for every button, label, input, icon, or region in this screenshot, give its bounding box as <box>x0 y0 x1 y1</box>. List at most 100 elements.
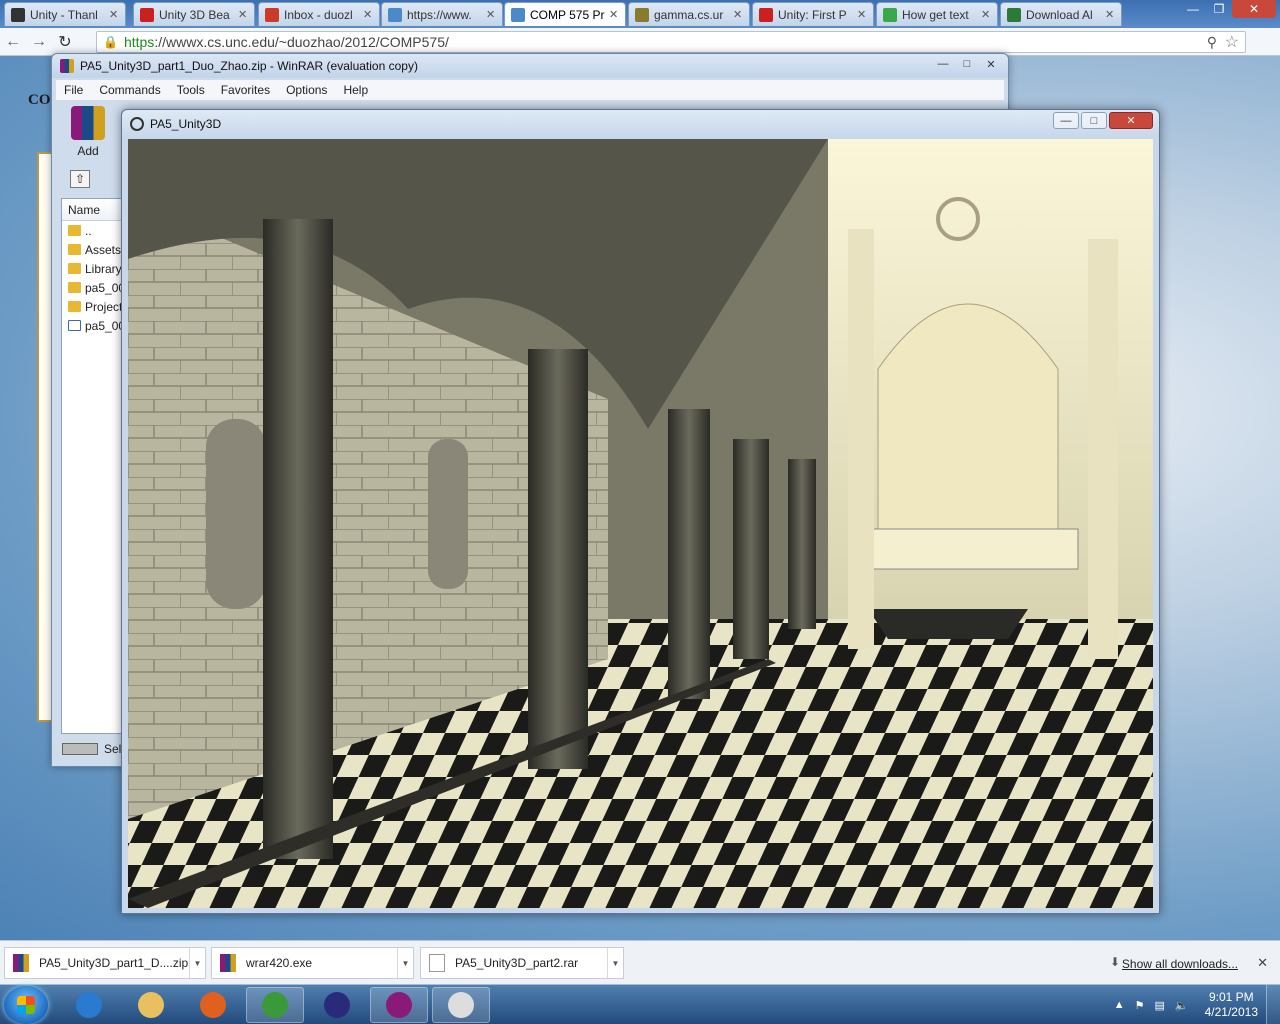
reload-icon[interactable]: ↻ <box>52 30 78 54</box>
tab-close-icon[interactable]: ✕ <box>609 8 619 21</box>
folder-icon <box>68 282 81 293</box>
firefox-icon <box>200 992 226 1018</box>
close-icon[interactable]: ✕ <box>1232 0 1276 18</box>
unity-title: PA5_Unity3D <box>150 116 222 131</box>
action-center-icon[interactable]: ⚑ <box>1135 999 1145 1012</box>
taskbar-app[interactable] <box>370 987 428 1023</box>
download-site-icon <box>1007 7 1021 22</box>
menu-commands[interactable]: Commands <box>91 83 168 97</box>
file-row[interactable]: Project <box>62 297 130 316</box>
browser-tab[interactable]: How get text ✕ <box>876 2 998 26</box>
close-icon[interactable]: ✕ <box>1257 955 1268 971</box>
maximize-icon[interactable]: □ <box>956 56 978 72</box>
tab-close-icon[interactable]: ✕ <box>109 8 119 21</box>
show-desktop-button[interactable] <box>1266 985 1280 1024</box>
tab-close-icon[interactable]: ✕ <box>857 8 867 21</box>
unity-app-icon <box>130 116 144 131</box>
winrar-menubar: File Commands Tools Favorites Options He… <box>56 80 1004 100</box>
download-name: wrar420.exe <box>246 956 313 970</box>
unity-titlebar[interactable]: PA5_Unity3D <box>122 110 1159 137</box>
clock[interactable]: 9:01 PM 4/21/2013 <box>1205 990 1258 1020</box>
menu-file[interactable]: File <box>56 83 91 97</box>
file-icon <box>68 320 81 331</box>
unity-player-window: PA5_Unity3D — □ ✕ <box>121 109 1160 914</box>
tab-close-icon[interactable]: ✕ <box>981 8 991 21</box>
browser-window-controls: — ❐ ✕ <box>1180 0 1276 18</box>
taskbar-app[interactable] <box>308 987 366 1023</box>
tab-close-icon[interactable]: ✕ <box>486 8 496 21</box>
browser-tab[interactable]: gamma.cs.ur ✕ <box>628 2 750 26</box>
file-name: .. <box>85 223 92 238</box>
taskbar-app[interactable] <box>432 987 490 1023</box>
menu-options[interactable]: Options <box>278 83 335 97</box>
maximize-icon[interactable]: ❐ <box>1206 0 1232 18</box>
taskbar-app[interactable] <box>60 987 118 1023</box>
winrar-add-icon <box>71 106 105 140</box>
download-item[interactable]: PA5_Unity3D_part1_D....zip ▼ <box>4 947 206 979</box>
file-row[interactable]: .. <box>62 221 130 240</box>
folder-icon <box>68 225 81 236</box>
download-menu-icon[interactable]: ▼ <box>189 948 205 978</box>
column-header-name[interactable]: Name <box>62 199 130 221</box>
download-menu-icon[interactable]: ▼ <box>397 948 413 978</box>
game-viewport[interactable] <box>128 139 1153 908</box>
up-folder-button[interactable]: ⇧ <box>70 170 90 188</box>
browser-tab[interactable]: COMP 575 Pr ✕ <box>504 2 626 26</box>
browser-tab[interactable]: Unity 3D Bea ✕ <box>133 2 255 26</box>
file-row[interactable]: Assets <box>62 240 130 259</box>
close-icon[interactable]: ✕ <box>980 56 1002 72</box>
browser-tab[interactable]: Download Al ✕ <box>1000 2 1122 26</box>
search-icon[interactable]: ⚲ <box>1207 34 1217 51</box>
tray-expand-icon[interactable]: ▲ <box>1114 999 1125 1011</box>
network-icon[interactable]: ▤ <box>1155 999 1165 1012</box>
status-text: Sel <box>104 742 122 756</box>
tab-label: gamma.cs.ur <box>654 7 724 22</box>
winrar-window-controls: — □ ✕ <box>932 56 1002 72</box>
back-icon[interactable]: ← <box>0 30 26 54</box>
folder-icon <box>68 263 81 274</box>
tab-close-icon[interactable]: ✕ <box>733 8 743 21</box>
add-button[interactable]: Add <box>66 106 110 162</box>
minimize-icon[interactable]: — <box>1180 0 1206 18</box>
gamma-icon <box>635 7 649 22</box>
tab-close-icon[interactable]: ✕ <box>238 8 248 21</box>
chrome-icon <box>262 992 288 1018</box>
internet-explorer-icon <box>76 992 102 1018</box>
browser-tab[interactable]: Unity: First P ✕ <box>752 2 874 26</box>
taskbar-app[interactable] <box>246 987 304 1023</box>
taskbar-app[interactable] <box>184 987 242 1023</box>
volume-icon[interactable]: 🔈 <box>1175 999 1189 1012</box>
tab-label: Unity: First P <box>778 7 847 22</box>
tab-label: How get text <box>902 7 969 22</box>
maximize-icon[interactable]: □ <box>1081 112 1107 129</box>
close-icon[interactable]: ✕ <box>1109 112 1153 129</box>
tab-label: Unity 3D Bea <box>159 7 230 22</box>
address-bar[interactable]: 🔒 https ://wwwx.cs.unc.edu/~duozhao/2012… <box>96 31 1246 53</box>
menu-tools[interactable]: Tools <box>169 83 213 97</box>
winrar-titlebar[interactable]: PA5_Unity3D_part1_Duo_Zhao.zip - WinRAR … <box>52 54 1008 78</box>
download-item[interactable]: PA5_Unity3D_part2.rar ▼ <box>420 947 624 979</box>
menu-favorites[interactable]: Favorites <box>213 83 278 97</box>
minimize-icon[interactable]: — <box>932 56 954 72</box>
file-row[interactable]: pa5_00 <box>62 316 130 335</box>
file-explorer-icon <box>138 992 164 1018</box>
unc-icon <box>511 7 525 22</box>
browser-tab[interactable]: Unity - Thanl ✕ <box>4 2 126 26</box>
download-item[interactable]: wrar420.exe ▼ <box>211 947 414 979</box>
browser-tab[interactable]: Inbox - duozl ✕ <box>258 2 380 26</box>
eclipse-icon <box>324 992 350 1018</box>
bookmark-star-icon[interactable]: ☆ <box>1225 32 1239 52</box>
forward-icon[interactable]: → <box>26 30 52 54</box>
file-row[interactable]: pa5_00 <box>62 278 130 297</box>
show-all-downloads-link[interactable]: Show all downloads... <box>1122 957 1238 971</box>
taskbar-app[interactable] <box>122 987 180 1023</box>
download-menu-icon[interactable]: ▼ <box>607 948 623 978</box>
menu-help[interactable]: Help <box>335 83 376 97</box>
tab-close-icon[interactable]: ✕ <box>363 8 373 21</box>
browser-tab[interactable]: https://www. ✕ <box>381 2 503 26</box>
winrar-archive-icon <box>13 954 29 972</box>
start-button[interactable] <box>4 986 48 1024</box>
minimize-icon[interactable]: — <box>1053 112 1079 129</box>
file-row[interactable]: Library <box>62 259 130 278</box>
tab-close-icon[interactable]: ✕ <box>1105 8 1115 21</box>
